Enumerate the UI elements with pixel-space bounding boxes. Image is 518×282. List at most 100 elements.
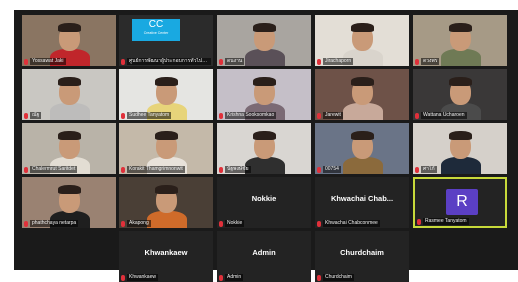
mic-muted-icon [415, 112, 419, 119]
participant-tile[interactable]: Churdchaim Churdchaim [315, 231, 409, 282]
mic-muted-icon [317, 274, 321, 281]
participant-name-bar: Wattana Ucharoen [415, 112, 467, 119]
participant-name-label: Khwankaew [127, 274, 158, 281]
mic-muted-icon [121, 112, 125, 119]
participant-tile[interactable]: CC Creative Center ศูนย์การพัฒนาผู้ประกอบก… [119, 15, 213, 66]
participant-tile[interactable]: Akapong [119, 177, 213, 228]
mic-muted-icon [121, 220, 125, 227]
participant-name-label: Admin [225, 274, 244, 281]
participant-name-bar: Chalermrut Saritdet [24, 166, 78, 173]
mic-muted-icon [121, 274, 125, 281]
participant-tile[interactable]: Yossawat Jaki [22, 15, 116, 66]
participant-tile[interactable]: Jirachaporn [315, 15, 409, 66]
participant-tile[interactable]: Admin Admin [217, 231, 311, 282]
participant-tile[interactable]: Nokkie Nokkie [217, 177, 311, 228]
participant-tile[interactable]: Chalermrut Saritdet [22, 123, 116, 174]
participant-name-label: phathchaya netarpa [30, 220, 79, 227]
participant-name-bar: ศูนย์การพัฒนาผู้ประกอบการทั่วไปและโซเชีย… [121, 58, 211, 65]
participant-tile[interactable]: ดนงาน [217, 15, 311, 66]
mic-muted-icon [317, 112, 321, 119]
mic-muted-icon [24, 112, 28, 119]
participant-display-name: Admin [252, 248, 276, 257]
participant-name-label: 00754 [323, 166, 341, 173]
mic-muted-icon [24, 166, 28, 173]
participant-grid: Yossawat Jaki CC Creative Center ศูนย์การพั… [14, 10, 518, 282]
participant-name-bar: Khwankaew [121, 274, 158, 281]
organization-logo: CC Creative Center [132, 19, 180, 41]
participant-display-name: Churdchaim [340, 248, 384, 257]
participant-name-bar: Churdchaim [317, 274, 354, 281]
participant-name-bar: Rasmee Tanyatom [417, 218, 469, 225]
participant-name-label: ศาโก้ [421, 166, 437, 173]
participant-tile[interactable]: Khwachai Chab... Khwachai Chabconmee [315, 177, 409, 228]
participant-name-bar: ดวงพร [415, 58, 440, 65]
participant-name-label: ดนงาน [225, 58, 245, 65]
avatar: R [446, 189, 478, 215]
participant-name-bar: Korakit Thamgrimnonwit [121, 166, 185, 173]
participant-display-name: Khwankaew [144, 248, 188, 257]
mic-muted-icon [219, 274, 223, 281]
participant-tile[interactable]: ณัฐ [22, 69, 116, 120]
participant-tile[interactable]: phathchaya netarpa [22, 177, 116, 228]
participant-name-bar: ณัฐ [24, 112, 42, 119]
zoom-gallery-screenshot: Yossawat Jaki CC Creative Center ศูนย์การพั… [0, 0, 518, 282]
participant-name-bar: Krishna Sooksomkao [219, 112, 277, 119]
participant-name-label: Jirachaporn [323, 58, 354, 65]
participant-name-bar: Admin [219, 274, 244, 281]
participant-tile[interactable]: Sudhee Tanyatom [119, 69, 213, 120]
mic-muted-icon [219, 58, 223, 65]
mic-muted-icon [415, 58, 419, 65]
participant-name-bar: Yossawat Jaki [24, 58, 66, 65]
participant-name-bar: Jarewit [317, 112, 343, 119]
participant-tile[interactable]: Korakit Thamgrimnonwit [119, 123, 213, 174]
participant-name-label: Churdchaim [323, 274, 354, 281]
mic-muted-icon [317, 58, 321, 65]
participant-name-label: Jarewit [323, 112, 343, 119]
mic-muted-icon [219, 166, 223, 173]
mic-muted-icon [317, 166, 321, 173]
participant-name-label: Rasmee Tanyatom [423, 218, 469, 225]
participant-tile[interactable]: ศาโก้ [413, 123, 507, 174]
mic-muted-icon [121, 166, 125, 173]
participant-name-bar: phathchaya netarpa [24, 220, 79, 227]
mic-muted-icon [121, 58, 125, 65]
mic-muted-icon [219, 112, 223, 119]
participant-name-label: Khwachai Chabconmee [323, 220, 380, 227]
participant-name-bar: Sudhee Tanyatom [121, 112, 172, 119]
participant-tile[interactable]: Krishna Sooksomkao [217, 69, 311, 120]
mic-muted-icon [219, 220, 223, 227]
participant-tile[interactable]: Khwankaew Khwankaew [119, 231, 213, 282]
participant-name-bar: นัฐพงษ์ชัย [219, 166, 251, 173]
participant-name-label: ณัฐ [30, 112, 42, 119]
participant-name-label: Sudhee Tanyatom [127, 112, 172, 119]
participant-tile[interactable]: R Rasmee Tanyatom [413, 177, 507, 228]
participant-name-bar: Akapong [121, 220, 151, 227]
participant-name-label: Akapong [127, 220, 151, 227]
participant-display-name: Khwachai Chab... [330, 194, 394, 203]
participant-name-bar: 00754 [317, 166, 341, 173]
participant-name-bar: ดนงาน [219, 58, 245, 65]
participant-tile[interactable]: Wattana Ucharoen [413, 69, 507, 120]
participant-name-label: ศูนย์การพัฒนาผู้ประกอบการทั่วไปและโซเชีย… [127, 58, 211, 65]
participant-name-label: Wattana Ucharoen [421, 112, 467, 119]
participant-name-label: Korakit Thamgrimnonwit [127, 166, 185, 173]
participant-name-label: ดวงพร [421, 58, 440, 65]
mic-muted-icon [415, 166, 419, 173]
participant-name-bar: Jirachaporn [317, 58, 354, 65]
participant-name-bar: Khwachai Chabconmee [317, 220, 380, 227]
participant-name-label: Chalermrut Saritdet [30, 166, 78, 173]
mic-muted-icon [24, 220, 28, 227]
participant-tile[interactable]: ดวงพร [413, 15, 507, 66]
participant-name-label: Krishna Sooksomkao [225, 112, 277, 119]
participant-display-name: Nokkie [251, 194, 277, 203]
participant-name-bar: Nokkie [219, 220, 245, 227]
participant-name-label: Yossawat Jaki [30, 58, 66, 65]
participant-name-label: นัฐพงษ์ชัย [225, 166, 251, 173]
mic-muted-icon [417, 218, 421, 225]
participant-tile[interactable]: นัฐพงษ์ชัย [217, 123, 311, 174]
participant-name-bar: ศาโก้ [415, 166, 437, 173]
participant-tile[interactable]: 00754 [315, 123, 409, 174]
participant-name-label: Nokkie [225, 220, 245, 227]
mic-muted-icon [317, 220, 321, 227]
participant-tile[interactable]: Jarewit [315, 69, 409, 120]
